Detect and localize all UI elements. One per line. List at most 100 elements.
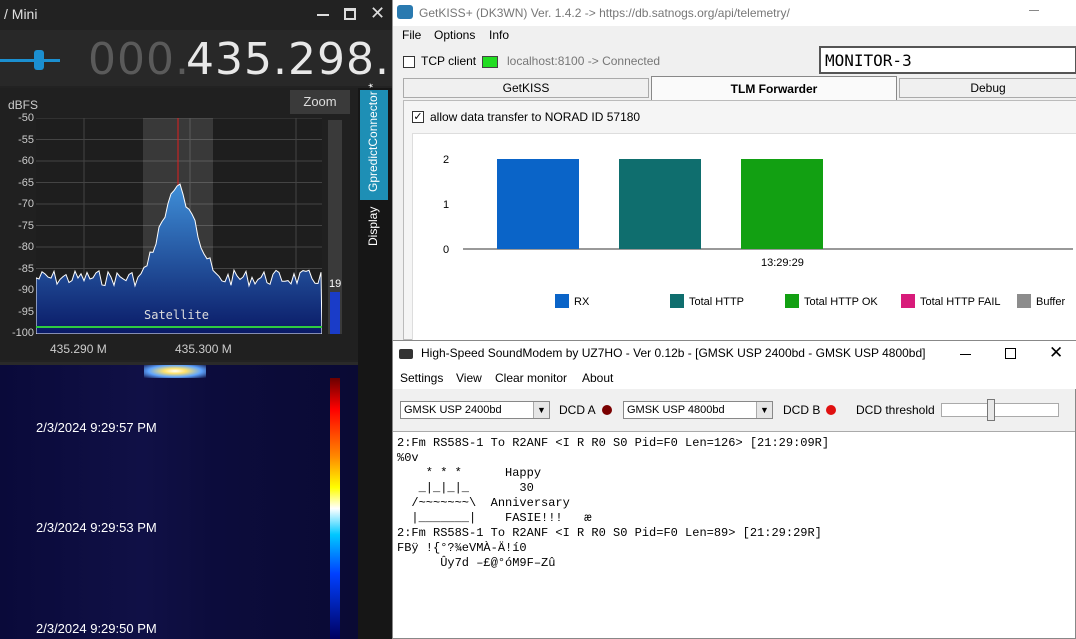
tab-tlm-forwarder[interactable]: TLM Forwarder <box>651 76 897 100</box>
dcd-a-indicator <box>602 405 612 415</box>
legend-label: RX <box>574 296 590 308</box>
soundmodem-title: High-Speed SoundModem by UZ7HO - Ver 0.1… <box>421 346 926 360</box>
monitor-label: MONITOR-3 <box>819 46 1076 74</box>
chevron-down-icon[interactable]: ▼ <box>756 402 772 418</box>
legend-swatch <box>785 294 799 308</box>
legend-label: Total HTTP <box>689 296 744 308</box>
monitor-line: FBÿ !{°?¾eVMÀ-Ä!í0 <box>397 541 527 555</box>
level-meter-fill <box>330 292 340 334</box>
app-icon <box>397 5 413 19</box>
chart-bar-1 <box>619 159 701 249</box>
spectrum-panel: dBFS Zoom -50 -55 -60 -65 -70 -75 -80 -85 -90 -95… <box>0 88 358 360</box>
close-icon[interactable]: ✕ <box>370 3 385 24</box>
connection-status: localhost:8100 -> Connected <box>507 54 661 68</box>
waterfall-time-3: 2/3/2024 9:29:50 PM <box>36 621 157 636</box>
soundmodem-menu-bar: Settings View Clear monitor About <box>393 367 1076 389</box>
dcd-threshold-slider[interactable] <box>941 399 1061 421</box>
chart-bar-2 <box>741 159 823 249</box>
dcd-b-label: DCD B <box>783 403 821 417</box>
getkiss-window: GetKISS+ (DK3WN) Ver. 1.4.2 -> https://d… <box>392 0 1076 341</box>
maximize-icon[interactable] <box>344 8 356 20</box>
y-tick: -75 <box>18 219 34 232</box>
tab-debug[interactable]: Debug <box>899 78 1076 98</box>
menu-info[interactable]: Info <box>489 28 509 42</box>
chart-area: 2 1 0 13:29:29 RX Total HTTP Total HTTP OK Tota… <box>412 133 1076 341</box>
tab-getkiss[interactable]: GetKISS <box>403 78 649 98</box>
frequency-dim-digits[interactable]: 000. <box>88 34 190 85</box>
tcp-client-checkbox[interactable] <box>403 56 415 68</box>
sdr-title: / Mini <box>4 6 38 22</box>
soundmodem-window: High-Speed SoundModem by UZ7HO - Ver 0.1… <box>392 340 1076 639</box>
y-tick: -55 <box>18 133 34 146</box>
menu-about[interactable]: About <box>582 371 613 385</box>
minimize-icon[interactable] <box>960 354 971 355</box>
level-meter <box>328 120 342 334</box>
dcd-b-indicator <box>826 405 836 415</box>
getkiss-title-bar: GetKISS+ (DK3WN) Ver. 1.4.2 -> https://d… <box>393 0 1076 26</box>
monitor-line: |_______| FASIE!!! æ <box>397 511 592 525</box>
spectrum-plot[interactable] <box>36 118 322 334</box>
satellite-label: Satellite <box>144 308 210 322</box>
menu-clear-monitor[interactable]: Clear monitor <box>495 371 567 385</box>
sdr-window: / Mini ✕ 000. 435.298.0 dBFS Zoom -50 -55… <box>0 0 392 639</box>
minimize-icon[interactable] <box>317 14 329 16</box>
monitor-line: _|_|_|_ 30 <box>397 481 534 495</box>
chart-bar-0 <box>497 159 579 249</box>
waterfall-divider <box>0 362 358 365</box>
x-tick-1: 435.290 M <box>50 342 107 356</box>
y-tick: -60 <box>18 155 34 167</box>
waterfall-signal-trace <box>144 364 206 378</box>
chevron-down-icon[interactable]: ▼ <box>533 402 549 418</box>
y-tick: -70 <box>18 198 34 210</box>
volume-slider-handle[interactable] <box>34 50 44 70</box>
connection-indicator <box>482 56 498 68</box>
menu-file[interactable]: File <box>402 28 421 42</box>
waterfall-panel[interactable]: 2/3/2024 9:29:57 PM 2/3/2024 9:29:53 PM … <box>0 362 358 639</box>
dcd-threshold-label: DCD threshold <box>856 403 935 417</box>
y-tick: -95 <box>18 305 34 318</box>
mode-a-value: GMSK USP 2400bd <box>404 404 502 416</box>
app-icon <box>399 349 413 359</box>
mode-b-select[interactable]: GMSK USP 4800bd ▼ <box>623 401 773 419</box>
soundmodem-title-bar: High-Speed SoundModem by UZ7HO - Ver 0.1… <box>393 341 1076 367</box>
monitor-line: * * * Happy <box>397 466 542 480</box>
y-tick: -80 <box>18 241 34 253</box>
legend-label: Total HTTP OK <box>804 296 878 308</box>
level-value: 19 <box>329 278 342 290</box>
y-tick: -50 <box>18 112 34 124</box>
tab-display[interactable]: Display <box>360 202 388 252</box>
getkiss-title: GetKISS+ (DK3WN) Ver. 1.4.2 -> https://d… <box>419 6 790 20</box>
zoom-button[interactable]: Zoom <box>290 90 350 114</box>
mode-b-value: GMSK USP 4800bd <box>627 404 725 416</box>
frequency-digits[interactable]: 435.298.0 <box>186 34 392 85</box>
tab-display-label: Display <box>366 206 380 246</box>
chart-y-tick: 0 <box>443 244 449 256</box>
monitor-textarea[interactable]: 2:Fm RS58S-1 To R2ANF <I R R0 S0 Pid=F0 … <box>393 431 1075 638</box>
allow-transfer-checkbox[interactable]: ✓ <box>412 111 424 123</box>
monitor-lines: 2:Fm RS58S-1 To R2ANF <I R R0 S0 Pid=F0 … <box>397 436 1071 571</box>
y-tick: -85 <box>18 262 34 275</box>
maximize-icon[interactable] <box>1005 348 1016 359</box>
monitor-line: 2:Fm RS58S-1 To R2ANF <I R R0 S0 Pid=F0 … <box>397 526 822 540</box>
chart-y-tick: 1 <box>443 199 449 211</box>
menu-options[interactable]: Options <box>434 28 475 42</box>
close-icon[interactable]: ✕ <box>1049 343 1063 363</box>
dbfs-label: dBFS <box>8 98 39 112</box>
tab-gpredict-connector[interactable]: GpredictConnector * <box>360 83 388 200</box>
legend-swatch <box>670 294 684 308</box>
minimize-icon[interactable] <box>1029 10 1039 11</box>
spectrum-y-axis: -50 -55 -60 -65 -70 -75 -80 -85 -90 -95 -100 <box>0 112 36 342</box>
waterfall-time-2: 2/3/2024 9:29:53 PM <box>36 520 157 535</box>
mode-a-select[interactable]: GMSK USP 2400bd ▼ <box>400 401 550 419</box>
monitor-line: 2:Fm RS58S-1 To R2ANF <I R R0 S0 Pid=F0 … <box>397 436 830 450</box>
tab-gpredict-connector-label: GpredictConnector * <box>366 83 380 192</box>
menu-settings[interactable]: Settings <box>400 371 443 385</box>
volume-slider-track[interactable] <box>0 59 60 62</box>
waterfall-time-1: 2/3/2024 9:29:57 PM <box>36 420 157 435</box>
getkiss-menu-bar: File Options Info <box>393 26 1076 46</box>
menu-view[interactable]: View <box>456 371 482 385</box>
tlm-bar-chart: 2 1 0 13:29:29 RX Total HTTP Total HTTP OK Tota… <box>443 154 1073 308</box>
x-tick-2: 435.300 M <box>175 342 232 356</box>
slider-handle[interactable] <box>987 399 995 421</box>
monitor-line: %0v <box>397 451 419 465</box>
